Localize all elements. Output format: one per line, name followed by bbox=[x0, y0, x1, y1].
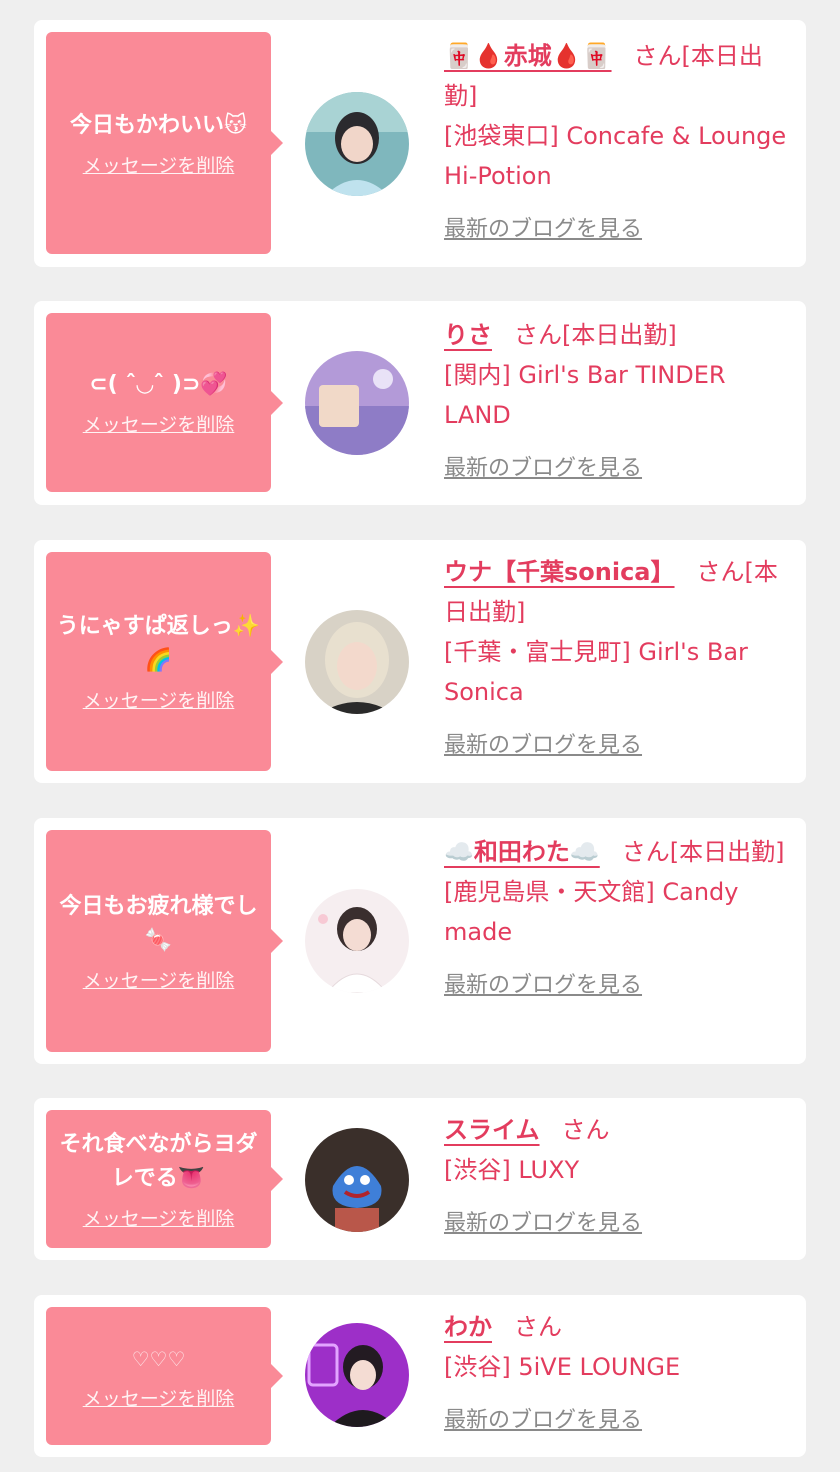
avatar[interactable] bbox=[305, 1128, 409, 1232]
cast-info: スライム さん [渋谷] LUXY 最新のブログを見る bbox=[444, 1110, 788, 1244]
delete-message-link[interactable]: メッセージを削除 bbox=[83, 410, 235, 437]
shop-name: [渋谷] LUXY bbox=[444, 1156, 580, 1184]
cast-name-link[interactable]: スライム bbox=[444, 1116, 540, 1144]
cast-status: さん bbox=[561, 1116, 610, 1144]
latest-blog-link[interactable]: 最新のブログを見る bbox=[444, 210, 642, 250]
avatar[interactable] bbox=[305, 1323, 409, 1427]
cast-name-link[interactable]: わか bbox=[444, 1313, 492, 1341]
cast-info: わか さん [渋谷] 5iVE LOUNGE 最新のブログを見る bbox=[444, 1307, 788, 1441]
delete-message-link[interactable]: メッセージを削除 bbox=[83, 1384, 235, 1411]
message-text: うにゃすぱ返しっ✨🌈 bbox=[56, 614, 261, 673]
avatar-image bbox=[305, 610, 409, 714]
cast-status: さん[本日出勤] bbox=[514, 321, 677, 349]
message-card: うにゃすぱ返しっ✨🌈 メッセージを削除 ウナ【千葉sonica】 さん[本日出勤]… bbox=[34, 540, 806, 783]
cast-status: さん bbox=[514, 1313, 562, 1341]
latest-blog-link[interactable]: 最新のブログを見る bbox=[444, 726, 642, 766]
message-bubble: ♡♡♡ メッセージを削除 bbox=[46, 1307, 283, 1445]
message-text: それ食べながらヨダレでる👅 bbox=[59, 1131, 258, 1191]
avatar[interactable] bbox=[305, 610, 409, 714]
cast-info: ☁️和田わた☁️ さん[本日出勤] [鹿児島県・天文館] Candy made 最… bbox=[444, 832, 788, 1006]
cast-name-link[interactable]: ウナ【千葉sonica】 bbox=[444, 558, 675, 586]
message-card: 今日もお疲れ様でし🍬 メッセージを削除 ☁️和田わた☁️ さん[本日出勤] [鹿児… bbox=[34, 818, 806, 1064]
shop-name: [千葉・富士見町] Girl's Bar Sonica bbox=[444, 638, 748, 706]
delete-message-link[interactable]: メッセージを削除 bbox=[83, 966, 235, 993]
avatar-image bbox=[305, 92, 409, 196]
message-text: 今日もかわいい😽 bbox=[70, 112, 247, 138]
cast-info: りさ さん[本日出勤] [関内] Girl's Bar TINDER LAND 最… bbox=[444, 315, 788, 489]
avatar-image bbox=[305, 1323, 409, 1427]
delete-message-link[interactable]: メッセージを削除 bbox=[83, 1204, 235, 1231]
latest-blog-link[interactable]: 最新のブログを見る bbox=[444, 1204, 642, 1244]
latest-blog-link[interactable]: 最新のブログを見る bbox=[444, 1401, 642, 1441]
cast-status: さん[本日出勤] bbox=[621, 838, 785, 866]
message-card: それ食べながらヨダレでる👅 メッセージを削除 スライム さん [渋谷] LUXY … bbox=[34, 1098, 806, 1260]
delete-message-link[interactable]: メッセージを削除 bbox=[83, 151, 235, 178]
message-card: ♡♡♡ メッセージを削除 わか さん [渋谷] 5iVE LOUNGE 最新のブロ… bbox=[34, 1295, 806, 1457]
message-text: ♡♡♡ bbox=[131, 1346, 186, 1371]
message-bubble: 今日もお疲れ様でし🍬 メッセージを削除 bbox=[46, 830, 283, 1052]
message-card: 今日もかわいい😽 メッセージを削除 🀄🩸赤城🩸🀄 さん[本日出勤] [池袋東口] … bbox=[34, 20, 806, 267]
shop-name: [池袋東口] Concafe & Lounge Hi-Potion bbox=[444, 122, 787, 190]
latest-blog-link[interactable]: 最新のブログを見る bbox=[444, 449, 642, 489]
cast-info: ウナ【千葉sonica】 さん[本日出勤] [千葉・富士見町] Girl's Ba… bbox=[444, 552, 788, 766]
message-bubble: それ食べながらヨダレでる👅 メッセージを削除 bbox=[46, 1110, 283, 1248]
shop-name: [鹿児島県・天文館] Candy made bbox=[444, 878, 739, 946]
message-bubble: ⊂( ˆ◡ˆ )⊃💞 メッセージを削除 bbox=[46, 313, 283, 492]
message-bubble: うにゃすぱ返しっ✨🌈 メッセージを削除 bbox=[46, 552, 283, 771]
message-list: 今日もかわいい😽 メッセージを削除 🀄🩸赤城🩸🀄 さん[本日出勤] [池袋東口] … bbox=[0, 0, 840, 1472]
shop-name: [渋谷] 5iVE LOUNGE bbox=[444, 1353, 681, 1381]
message-text: 今日もお疲れ様でし🍬 bbox=[59, 893, 258, 953]
avatar-image bbox=[305, 351, 409, 455]
message-bubble: 今日もかわいい😽 メッセージを削除 bbox=[46, 32, 283, 254]
message-text: ⊂( ˆ◡ˆ )⊃💞 bbox=[89, 372, 228, 397]
avatar-image bbox=[305, 1128, 409, 1232]
cast-name-link[interactable]: りさ bbox=[444, 321, 492, 349]
cast-name-link[interactable]: 🀄🩸赤城🩸🀄 bbox=[444, 42, 612, 70]
avatar[interactable] bbox=[305, 92, 409, 196]
latest-blog-link[interactable]: 最新のブログを見る bbox=[444, 966, 642, 1006]
avatar[interactable] bbox=[305, 889, 409, 993]
avatar[interactable] bbox=[305, 351, 409, 455]
cast-name-link[interactable]: ☁️和田わた☁️ bbox=[444, 838, 600, 866]
message-card: ⊂( ˆ◡ˆ )⊃💞 メッセージを削除 りさ さん[本日出勤] [関内] Girl… bbox=[34, 301, 806, 505]
avatar-image bbox=[305, 889, 409, 993]
cast-info: 🀄🩸赤城🩸🀄 さん[本日出勤] [池袋東口] Concafe & Lounge H… bbox=[444, 36, 788, 250]
delete-message-link[interactable]: メッセージを削除 bbox=[83, 686, 235, 713]
shop-name: [関内] Girl's Bar TINDER LAND bbox=[444, 361, 726, 429]
